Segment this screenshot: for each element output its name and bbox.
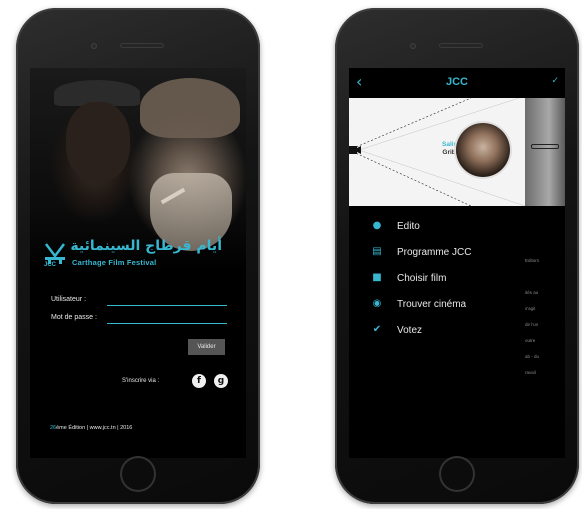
check-icon[interactable]: ✓ [551,76,559,86]
director-avatar [456,123,510,177]
adjacent-photo [525,98,565,206]
password-label: Mot de passe : [51,314,97,321]
menu-item-label: Votez [397,325,423,336]
google-icon[interactable]: g [214,374,228,388]
app-title: JCC [445,76,468,88]
menu-item-label: Trouver cinéma [397,299,467,310]
home-button[interactable] [439,456,475,492]
video-camera-icon: ■ [372,272,382,283]
check-icon: ✔ [372,324,382,335]
user-icon: ● [372,220,382,231]
edito-preview-line: s'agit [525,306,536,311]
menu-item-label: Programme JCC [397,247,472,258]
logo-subtitle: Carthage Film Festival [72,258,157,267]
submit-button[interactable]: Valider [188,339,225,355]
username-label: Utilisateur : [51,296,87,303]
edito-preview-line: de l'un [525,322,539,327]
menu-item-label: Choisir film [397,273,447,284]
menu-item-votez[interactable]: ✔ Votez [349,322,519,342]
front-camera [91,43,97,49]
earpiece-speaker [120,43,164,48]
edito-preview-line: outre [525,338,536,343]
password-underline [107,323,227,324]
username-underline [107,305,227,306]
facebook-icon[interactable]: f [192,374,206,388]
menu-item-choisir-film[interactable]: ■ Choisir film [349,270,519,290]
social-login: S'inscrire via : f g [122,374,232,390]
document-icon: ▤ [372,246,382,257]
home-button[interactable] [120,456,156,492]
edition-footer-text: ème Édition | www.jcc.tn | 2016 [56,425,133,431]
menu-item-label: Edito [397,221,420,232]
director-card[interactable]: Salima Gribaa [349,98,565,206]
menu-item-trouver-cinema[interactable]: ◉ Trouver cinéma [349,296,519,316]
hero-photo-hair [140,78,240,138]
edito-preview-line: Editors [525,258,540,263]
phone-menu: ‹ JCC ✓ Salima Gribaa ● Edito ▤ Programm… [335,8,579,504]
username-row: Utilisateur : [51,295,227,310]
adjacent-photo-glasses [531,144,559,149]
earpiece-speaker [439,43,483,48]
edition-footer: 26ème Édition | www.jcc.tn | 2016 [50,425,132,431]
menu-item-programme[interactable]: ▤ Programme JCC [349,244,519,264]
login-screen: أيام قرطاج السينمائية JCC Carthage Film … [30,68,246,458]
hero-photo-face-left [66,102,130,182]
festival-logo: أيام قرطاج السينمائية JCC Carthage Film … [42,238,242,274]
menu-item-edito[interactable]: ● Edito [349,218,519,238]
logo-jcc-text: JCC [44,262,57,268]
menu-screen: ‹ JCC ✓ Salima Gribaa ● Edito ▤ Programm… [349,68,565,458]
social-login-label: S'inscrire via : [122,378,160,384]
phone-login: أيام قرطاج السينمائية JCC Carthage Film … [16,8,260,504]
logo-arabic-title: أيام قرطاج السينمائية [70,238,222,254]
password-row: Mot de passe : [51,313,227,328]
map-pin-icon: ◉ [372,298,382,309]
front-camera [410,43,416,49]
edito-preview-line: ités au [525,290,539,295]
edito-preview-line: ravail [525,370,536,375]
edito-preview-line: ab - du [525,354,540,359]
app-bar: ‹ JCC ✓ [349,68,565,98]
